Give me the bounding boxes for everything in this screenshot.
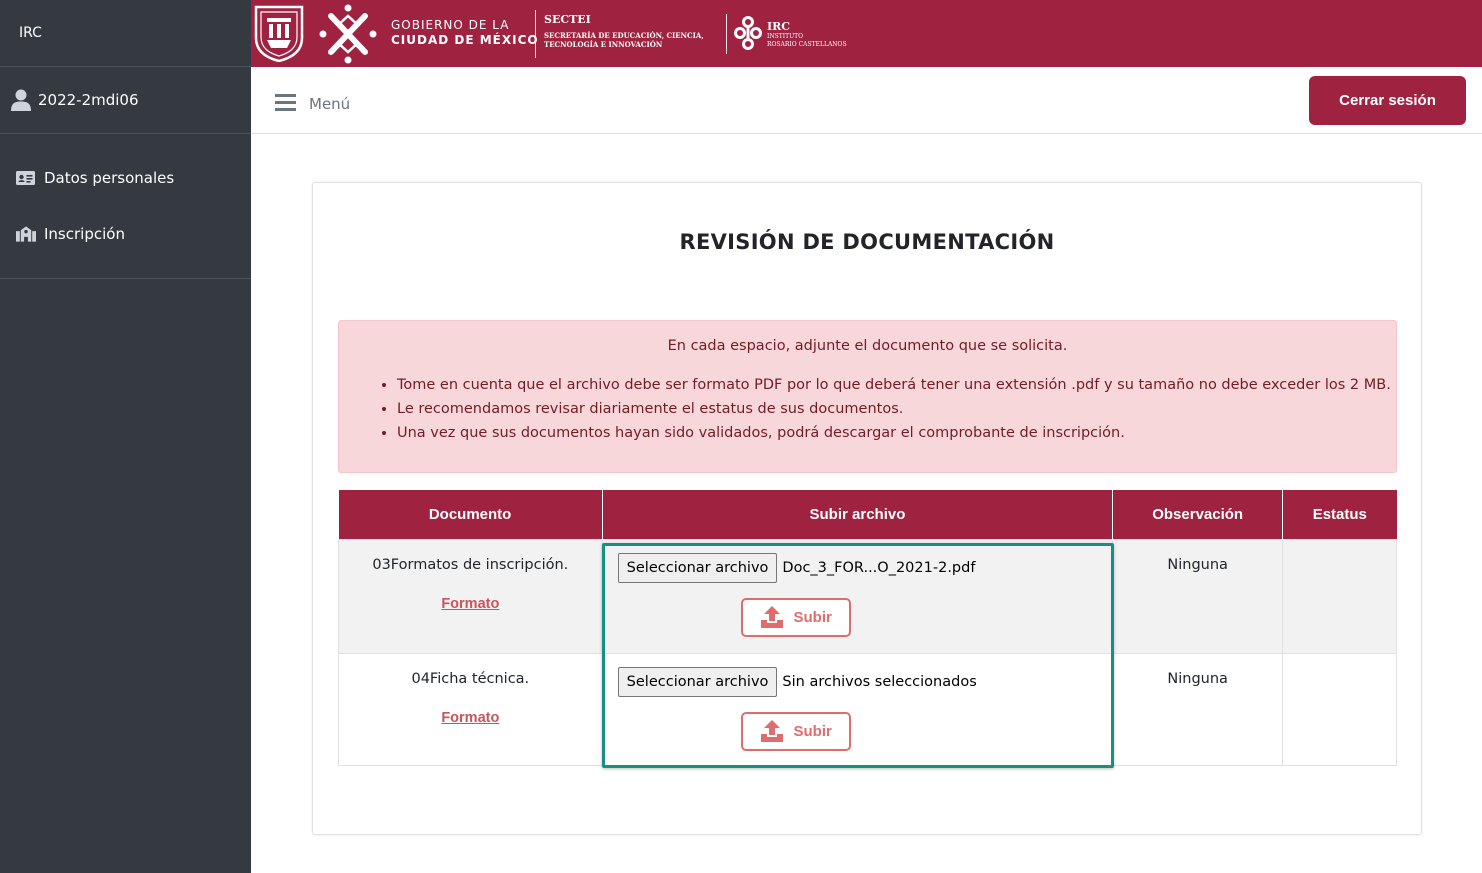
- cdmx-coat-of-arms-logo: [253, 4, 305, 63]
- alert-bullet: Tome en cuenta que el archivo debe ser f…: [397, 373, 1396, 397]
- irc-title: IRC: [767, 20, 791, 33]
- hamburger-icon: [275, 93, 296, 111]
- table-header-row: Documento Subir archivo Observación Esta…: [338, 490, 1397, 539]
- select-file-button[interactable]: Seleccionar archivo: [617, 666, 778, 697]
- sidebar-item-label: Datos personales: [44, 169, 175, 187]
- document-cell: 03Formatos de inscripción. Formato: [338, 538, 603, 654]
- sectei-title: SECTEI: [544, 13, 591, 26]
- observation-cell: Ninguna: [1112, 538, 1284, 654]
- alert-bullet: Le recomendamos revisar diariamente el e…: [397, 397, 1396, 421]
- irc-logo: [734, 16, 762, 50]
- sidebar-brand[interactable]: IRC: [0, 0, 251, 67]
- user-name: 2022-2mdi06: [38, 91, 139, 109]
- upload-icon: [760, 720, 784, 742]
- upload-button[interactable]: Subir: [740, 711, 851, 751]
- formato-link[interactable]: Formato: [441, 710, 499, 726]
- banner-divider: [726, 14, 727, 54]
- upload-button-label: Subir: [793, 608, 832, 626]
- sidebar-item-datos-personales[interactable]: Datos personales: [0, 164, 251, 192]
- file-input[interactable]: Seleccionar archivo Doc_3_FOR...O_2021-2…: [617, 552, 1113, 583]
- status-cell: [1282, 652, 1397, 766]
- menu-label: Menú: [309, 95, 351, 113]
- upload-icon: [760, 606, 784, 628]
- alert-intro: En cada espacio, adjunte el documento qu…: [667, 338, 1068, 354]
- top-navbar: Menú Cerrar sesión: [251, 67, 1482, 134]
- sectei-line-1: SECRETARÍA DE EDUCACIÓN, CIENCIA,: [544, 31, 704, 40]
- page-title: REVISIÓN DE DOCUMENTACIÓN: [679, 230, 1055, 254]
- alert-list: Tome en cuenta que el archivo debe ser f…: [397, 373, 1396, 445]
- sidebar-user[interactable]: 2022-2mdi06: [0, 67, 251, 134]
- observation-text: Ninguna: [1167, 556, 1228, 573]
- document-cell: 04Ficha técnica. Formato: [338, 652, 603, 766]
- alert-bullet: Una vez que sus documentos hayan sido va…: [397, 421, 1396, 445]
- upload-button[interactable]: Subir: [740, 597, 851, 637]
- selected-file-name: Sin archivos seleccionados: [782, 673, 977, 690]
- id-card-icon: [16, 169, 36, 187]
- sidebar-item-label: Inscripción: [44, 225, 125, 243]
- selected-file-name: Doc_3_FOR...O_2021-2.pdf: [782, 559, 976, 576]
- gobierno-line-2: CIUDAD DE MÉXICO: [391, 33, 539, 47]
- sidebar-item-inscripcion[interactable]: Inscripción: [0, 220, 251, 248]
- irc-text: IRC INSTITUTO ROSARIO CASTELLANOS: [767, 20, 847, 49]
- file-input[interactable]: Seleccionar archivo Sin archivos selecci…: [617, 666, 1113, 697]
- table-row: 03Formatos de inscripción. Formato Selec…: [338, 538, 1397, 654]
- sectei-line-2: TECNOLOGÍA E INNOVACIÓN: [544, 40, 663, 49]
- documents-table: Documento Subir archivo Observación Esta…: [338, 490, 1397, 766]
- instructions-alert: En cada espacio, adjunte el documento qu…: [338, 320, 1397, 473]
- user-icon: [11, 89, 31, 111]
- select-file-button[interactable]: Seleccionar archivo: [617, 552, 778, 583]
- irc-line-1: INSTITUTO: [767, 33, 804, 40]
- upload-cell: Seleccionar archivo Doc_3_FOR...O_2021-2…: [601, 538, 1114, 654]
- government-banner: GOBIERNO DE LA CIUDAD DE MÉXICO SECTEI S…: [251, 0, 1482, 67]
- column-header-documento: Documento: [338, 490, 603, 539]
- sidebar-nav: Datos personales Inscripción: [0, 134, 251, 279]
- sidebar: IRC 2022-2mdi06 Datos personales Inscrip…: [0, 0, 251, 873]
- document-name: 03Formatos de inscripción.: [372, 556, 569, 573]
- banner-divider: [535, 10, 536, 58]
- column-header-observacion: Observación: [1112, 490, 1283, 539]
- column-header-estatus: Estatus: [1282, 490, 1397, 539]
- formato-link[interactable]: Formato: [441, 596, 499, 612]
- cdmx-logo: [319, 4, 377, 64]
- upload-button-label: Subir: [793, 722, 832, 740]
- documentation-card: REVISIÓN DE DOCUMENTACIÓN En cada espaci…: [312, 182, 1422, 835]
- upload-cell: Seleccionar archivo Sin archivos selecci…: [601, 652, 1114, 766]
- menu-toggle[interactable]: Menú: [275, 91, 350, 113]
- column-header-subir-archivo: Subir archivo: [601, 490, 1113, 539]
- irc-line-2: ROSARIO CASTELLANOS: [767, 41, 847, 48]
- status-cell: [1282, 538, 1397, 654]
- gobierno-line-1: GOBIERNO DE LA: [391, 18, 510, 32]
- school-icon: [16, 225, 36, 243]
- sectei-text: SECTEI SECRETARÍA DE EDUCACIÓN, CIENCIA,…: [544, 13, 704, 49]
- document-name: 04Ficha técnica.: [411, 670, 530, 687]
- gobierno-text: GOBIERNO DE LA CIUDAD DE MÉXICO: [391, 18, 539, 48]
- observation-text: Ninguna: [1167, 670, 1228, 687]
- observation-cell: Ninguna: [1112, 652, 1284, 766]
- table-row: 04Ficha técnica. Formato Seleccionar arc…: [338, 652, 1397, 766]
- logout-button[interactable]: Cerrar sesión: [1309, 76, 1466, 125]
